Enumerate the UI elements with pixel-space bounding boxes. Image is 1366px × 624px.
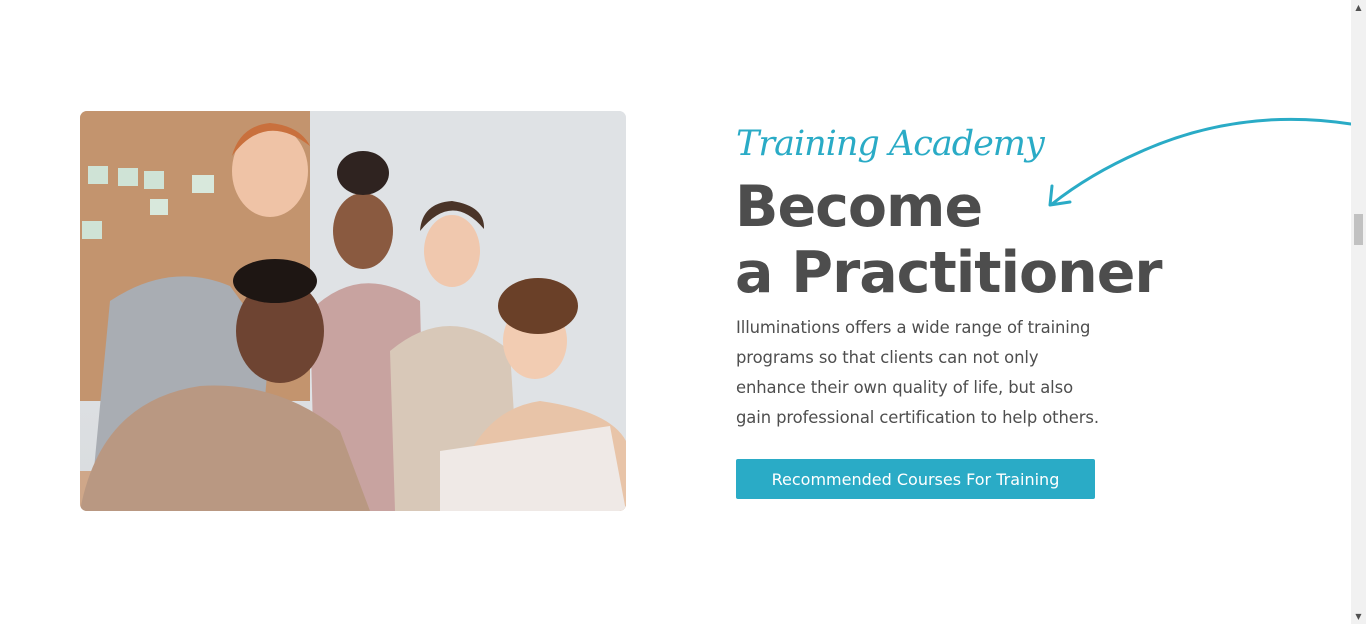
team-photo — [80, 111, 626, 511]
scroll-down-arrow-icon[interactable]: ▼ — [1351, 609, 1366, 624]
section-description: Illuminations offers a wide range of tra… — [736, 313, 1116, 433]
headline-line-2: a Practitioner — [735, 240, 1163, 306]
description-line: programs so that clients can not only — [736, 348, 1039, 367]
description-line: Illuminations offers a wide range of tra… — [736, 318, 1091, 337]
scroll-up-arrow-icon[interactable]: ▲ — [1351, 0, 1366, 15]
page-scrollbar[interactable]: ▲ ▼ — [1351, 0, 1366, 624]
training-section: Training Academy Become a Practitioner I… — [0, 0, 1351, 624]
scrollbar-thumb[interactable] — [1354, 214, 1363, 245]
headline-line-1: Become — [735, 174, 983, 240]
description-line: enhance their own quality of life, but a… — [736, 378, 1073, 397]
recommended-courses-button[interactable]: Recommended Courses For Training — [736, 459, 1095, 499]
section-headline: Become a Practitioner — [735, 174, 1163, 306]
section-eyebrow: Training Academy — [736, 124, 1045, 164]
description-line: gain professional certification to help … — [736, 408, 1099, 427]
team-photo-illustration — [80, 111, 626, 511]
